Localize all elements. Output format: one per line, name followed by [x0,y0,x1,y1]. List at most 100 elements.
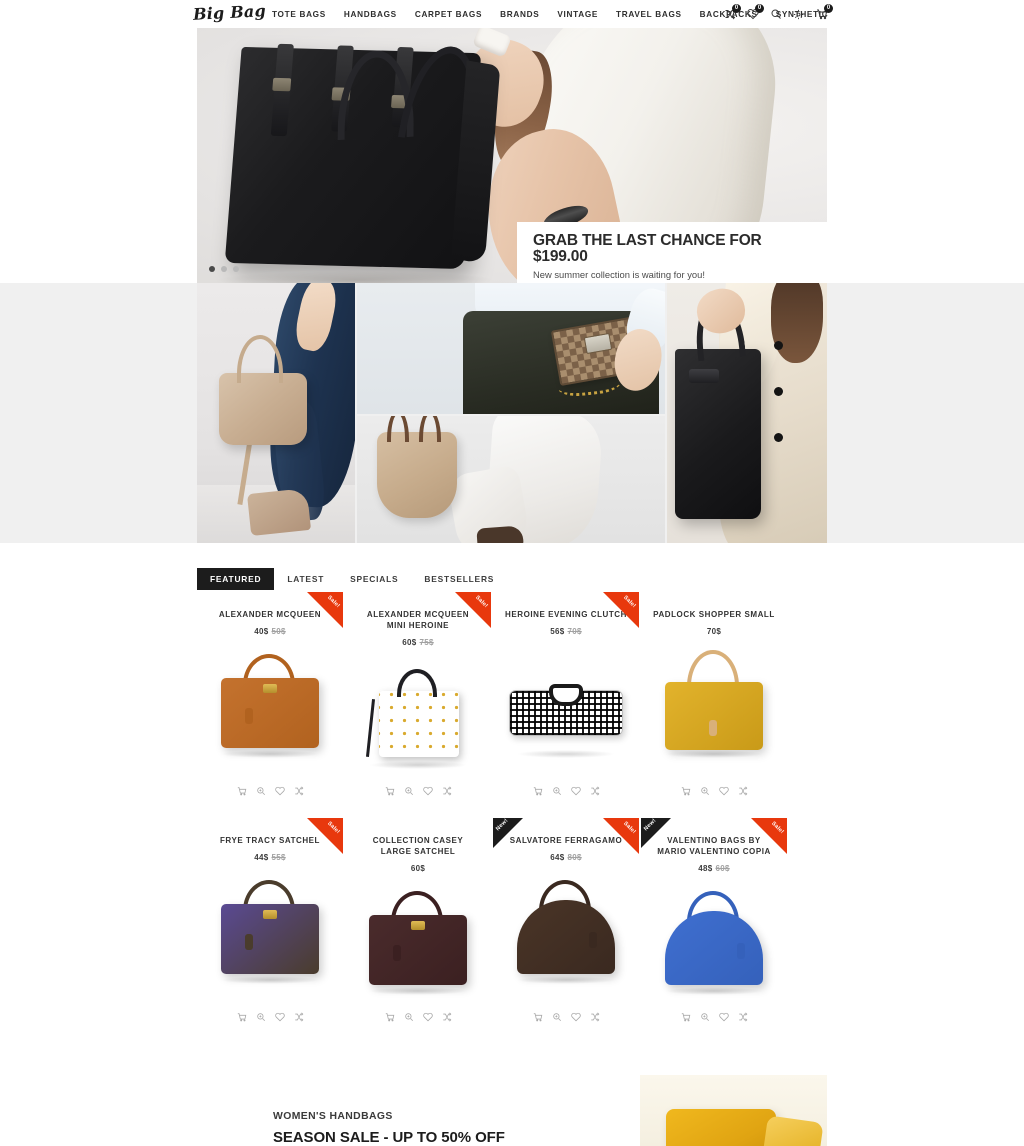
product-price-current: 56$ [550,626,565,636]
add-to-cart-icon[interactable] [532,1011,543,1022]
product-image[interactable] [649,648,779,760]
product-bag-body [665,910,763,985]
compare-icon[interactable] [737,785,748,796]
banner4-tote-clip [689,369,719,383]
compare-icon[interactable] [737,1011,748,1022]
product-image[interactable] [501,874,631,986]
wishlist-heart-icon[interactable] [422,1011,433,1022]
nav-item-vintage[interactable]: VINTAGE [557,10,598,19]
product-card[interactable]: Sale! ALEXANDER MCQUEEN 40$ 50$ [197,592,343,810]
hero-dot-2[interactable] [221,266,227,272]
product-image-shadow [516,749,616,758]
quick-view-icon[interactable] [403,785,414,796]
compare-icon[interactable] [293,1011,304,1022]
product-price-current: 70$ [706,626,722,636]
compare-icon[interactable] [293,785,304,796]
product-card[interactable]: Sale! New! SALVATORE FERRAGAMO 64$ 80$ [493,818,639,1036]
compare-icon[interactable] [441,785,452,796]
product-action-bar [236,1011,304,1022]
product-card[interactable]: PADLOCK SHOPPER SMALL 70$ [641,592,787,810]
banner-tile-nylon-bag[interactable] [357,416,665,543]
add-to-cart-icon[interactable] [680,1011,691,1022]
add-to-cart-icon[interactable] [384,1011,395,1022]
product-bag-tag [245,707,253,724]
product-card[interactable]: Sale! HEROINE EVENING CLUTCH 56$ 70$ [493,592,639,810]
product-title[interactable]: PADLOCK SHOPPER SMALL [653,610,775,621]
search-icon[interactable] [769,7,782,21]
season-sale-subtitle: WOMEN'S HANDBAGS [273,1111,393,1122]
add-to-cart-icon[interactable] [236,785,247,796]
tab-specials[interactable]: SPECIALS [337,568,411,590]
nav-item-brands[interactable]: BRANDS [500,10,539,19]
banner3-bag-handle-left [387,416,409,442]
nav-item-handbags[interactable]: HANDBAGS [344,10,397,19]
quick-view-icon[interactable] [551,785,562,796]
product-bag-tag [245,933,253,950]
nav-item-carpet-bags[interactable]: CARPET BAGS [415,10,482,19]
wishlist-heart-icon[interactable] [718,1011,729,1022]
wishlist-heart-icon[interactable] [422,785,433,796]
product-image[interactable] [353,885,483,997]
product-card[interactable]: Sale! FRYE TRACY SATCHEL 44$ 55$ [197,818,343,1036]
hero-dot-1[interactable] [209,266,215,272]
banner-tile-trench-coat-tote[interactable] [667,283,827,543]
add-to-cart-icon[interactable] [680,785,691,796]
quick-view-icon[interactable] [255,785,266,796]
product-grid: Sale! ALEXANDER MCQUEEN 40$ 50$ Sale! ALEXAND… [197,592,827,1044]
nav-item-travel-bags[interactable]: TRAVEL BAGS [616,10,682,19]
banner-tile-jeans-beige-bag[interactable] [197,283,355,543]
product-image[interactable] [205,648,335,760]
product-image[interactable] [501,648,631,760]
compare-icon[interactable] [589,1011,600,1022]
tab-featured[interactable]: FEATURED [197,568,275,590]
season-sale-promo[interactable]: WOMEN'S HANDBAGS SEASON SALE - UP TO 50%… [197,1075,827,1146]
site-logo[interactable]: Big Bag [193,1,267,24]
product-price: 70$ [707,627,721,636]
product-image[interactable] [205,874,335,986]
banner-column-right [667,283,827,543]
product-bag-tag [393,944,401,961]
quick-view-icon[interactable] [255,1011,266,1022]
banner-tile-checkered-clutch[interactable] [357,283,665,414]
product-image[interactable] [649,885,779,997]
sale-ribbon [307,818,343,854]
add-to-cart-icon[interactable] [236,1011,247,1022]
product-card[interactable]: Sale! New! VALENTINO BAGS BY MARIO VALENTI… [641,818,787,1036]
settings-gear-icon[interactable] [792,7,805,21]
hero-dot-3[interactable] [233,266,239,272]
product-image[interactable] [353,659,483,771]
cart-icon[interactable]: 0 [815,4,833,21]
add-to-cart-icon[interactable] [532,785,543,796]
wishlist-heart-icon[interactable] [570,785,581,796]
product-card[interactable]: COLLECTION CASEY LARGE SATCHEL 60$ [345,818,491,1036]
wishlist-heart-icon[interactable] [274,1011,285,1022]
banner-column-middle [357,283,665,543]
banner3-shoe [476,525,524,543]
compare-icon[interactable]: 0 [723,4,741,21]
quick-view-icon[interactable] [403,1011,414,1022]
product-bag-body [379,690,459,757]
quick-view-icon[interactable] [699,785,710,796]
tab-latest[interactable]: LATEST [274,568,337,590]
cart-count-badge: 0 [824,4,833,13]
add-to-cart-icon[interactable] [384,785,395,796]
nav-item-tote-bags[interactable]: TOTE BAGS [272,10,326,19]
product-title[interactable]: COLLECTION CASEY LARGE SATCHEL [357,836,479,858]
season-sale-title: SEASON SALE - UP TO 50% OFF [273,1129,505,1146]
hero-caption: GRAB THE LAST CHANCE FOR $199.00 New sum… [517,222,827,283]
hero-slider[interactable]: GRAB THE LAST CHANCE FOR $199.00 New sum… [197,22,827,283]
wishlist-heart-icon[interactable] [274,785,285,796]
quick-view-icon[interactable] [699,1011,710,1022]
tab-bestsellers[interactable]: BESTSELLERS [411,568,507,590]
compare-icon[interactable] [441,1011,452,1022]
product-bag-clasp [411,920,425,930]
site-header: Big Bag TOTE BAGS HANDBAGS CARPET BAGS B… [0,0,1024,28]
product-image-shadow [664,986,764,995]
sale-ribbon [455,592,491,628]
wishlist-heart-icon[interactable]: 0 [746,4,764,21]
wishlist-heart-icon[interactable] [570,1011,581,1022]
quick-view-icon[interactable] [551,1011,562,1022]
product-card[interactable]: Sale! ALEXANDER MCQUEEN MINI HEROINE 60$ 75… [345,592,491,810]
compare-icon[interactable] [589,785,600,796]
wishlist-heart-icon[interactable] [718,785,729,796]
